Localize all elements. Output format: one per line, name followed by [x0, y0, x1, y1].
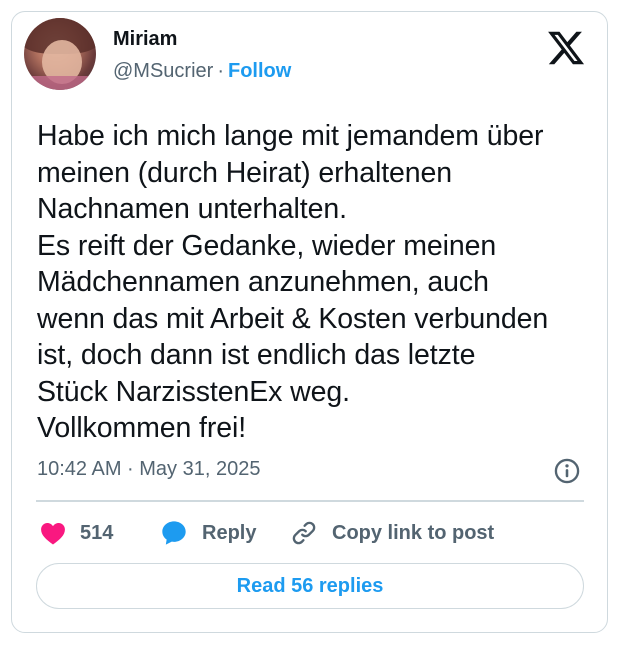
follow-button[interactable]: Follow [228, 60, 291, 82]
copy-link-label: Copy link to post [332, 521, 495, 544]
heart-icon [41, 523, 65, 545]
info-icon[interactable] [553, 457, 581, 485]
read-replies-label: Read 56 replies [236, 574, 384, 597]
author-handle-row: @MSucrier · Follow [113, 60, 291, 83]
author-handle[interactable]: @MSucrier [113, 60, 213, 82]
like-count: 514 [80, 521, 114, 544]
reply-button[interactable]: Reply [160, 518, 256, 548]
copy-link-button[interactable]: Copy link to post [290, 518, 494, 548]
tweet-timestamp[interactable]: 10:42 AM · May 31, 2025 [37, 458, 260, 481]
tweet-text: Habe ich mich lange mit jemandem über me… [37, 120, 549, 444]
x-logo-icon[interactable] [546, 28, 586, 68]
speech-bubble-icon [162, 521, 186, 545]
separator-dot: · [217, 60, 224, 82]
link-icon [292, 521, 316, 545]
like-button[interactable]: 514 [40, 518, 113, 548]
avatar-shirt [24, 76, 96, 90]
author-name[interactable]: Miriam [113, 28, 177, 51]
divider [36, 500, 584, 502]
reply-label: Reply [202, 521, 257, 544]
read-replies-button[interactable]: Read 56 replies [36, 563, 584, 609]
avatar[interactable] [24, 18, 96, 90]
